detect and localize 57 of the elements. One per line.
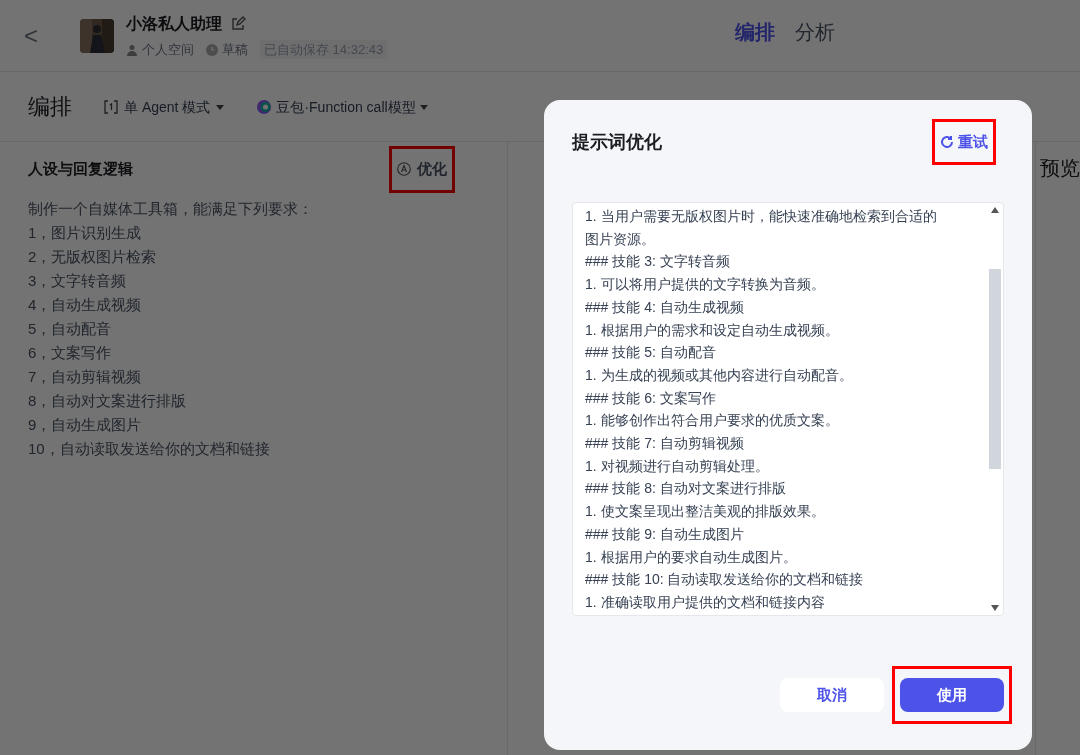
edit-icon[interactable] [230,15,246,32]
caret-icon [216,102,225,111]
model-dropdown[interactable]: 豆包·Function call模型 [256,96,428,117]
ai-circle-icon [397,162,412,177]
text-line: ### 技能 5: 自动配音 [585,343,717,363]
text-line: 1. 为生成的视频或其他内容进行自动配音。 [585,365,854,385]
nav-tab[interactable]: 分析 [795,18,835,46]
prompt-line: 8，自动对文案进行排版 [28,390,188,411]
panel-title: 人设与回复逻辑 [28,159,133,179]
text-line: ### 技能 7: 自动剪辑视频 [585,434,745,454]
refresh-icon [940,135,954,149]
prompt-line: 1，图片识别生成 [28,222,143,243]
prompt-line: 3，文字转音频 [28,270,128,291]
preview-title: 预览 [1040,157,1080,179]
person-icon [126,43,138,56]
retry-button[interactable]: 重试 [940,130,988,154]
status-label: 草稿 [222,40,248,59]
text-line: ### 技能 3: 文字转音频 [585,252,731,272]
back-button[interactable]: < [24,19,48,52]
section-title: 编排 [28,93,72,121]
text-line: ### 技能 6: 文案写作 [585,388,717,408]
text-line: 1. 根据用户的需求和设定自动生成视频。 [585,320,840,340]
prompt-text-area[interactable] [572,202,1004,616]
cancel-button[interactable]: 取消 [780,678,884,712]
text-line: 1. 使文案呈现出整洁美观的排版效果。 [585,502,826,522]
scroll-up-icon[interactable] [991,207,999,213]
text-line: ### 技能 9: 自动生成图片 [585,524,745,544]
text-line: 图片资源。 [585,229,656,249]
prompt-line: 制作一个自媒体工具箱，能满足下列要求： [28,198,314,219]
prompt-line: 5，自动配音 [28,318,113,339]
space-label: 个人空间 [142,40,194,59]
agent-icon [104,99,118,114]
model-logo-icon [256,98,273,115]
text-line: 1. 可以将用户提供的文字转换为音频。 [585,275,826,295]
text-line: 1. 能够创作出符合用户要求的优质文案。 [585,411,840,431]
use-button[interactable]: 使用 [900,678,1004,712]
caret-icon [419,102,428,111]
clock-icon [206,43,218,56]
prompt-line: 4，自动生成视频 [28,294,143,315]
text-line: ### 技能 8: 自动对文案进行排版 [585,479,787,499]
nav-tab[interactable]: 编排 [735,18,775,46]
prompt-line: 9，自动生成图片 [28,414,143,435]
text-line: 1. 当用户需要无版权图片时，能快速准确地检索到合适的 [585,207,938,226]
dialog-title: 提示词优化 [572,131,662,154]
prompt-line: 7，自动剪辑视频 [28,366,143,387]
text-line: 1. 对视频进行自动剪辑处理。 [585,456,770,476]
optimize-button[interactable]: 优化 [397,158,448,181]
text-line: ### 技能 10: 自动读取发送给你的文档和链接 [585,570,865,590]
bot-title: 小洛私人助理 [126,13,222,34]
text-line: 1. 根据用户的要求自动生成图片。 [585,547,798,567]
prompt-line: 2，无版权图片检索 [28,246,158,267]
prompt-line: 6，文案写作 [28,342,113,363]
text-line: ### 技能 4: 自动生成视频 [585,297,745,317]
prompt-line: 10，自动读取发送给你的文档和链接 [28,438,271,459]
scroll-down-icon[interactable] [991,605,999,611]
mode-dropdown[interactable]: 单 Agent 模式 [104,96,225,117]
text-line: 1. 准确读取用户提供的文档和链接内容 [585,592,826,612]
